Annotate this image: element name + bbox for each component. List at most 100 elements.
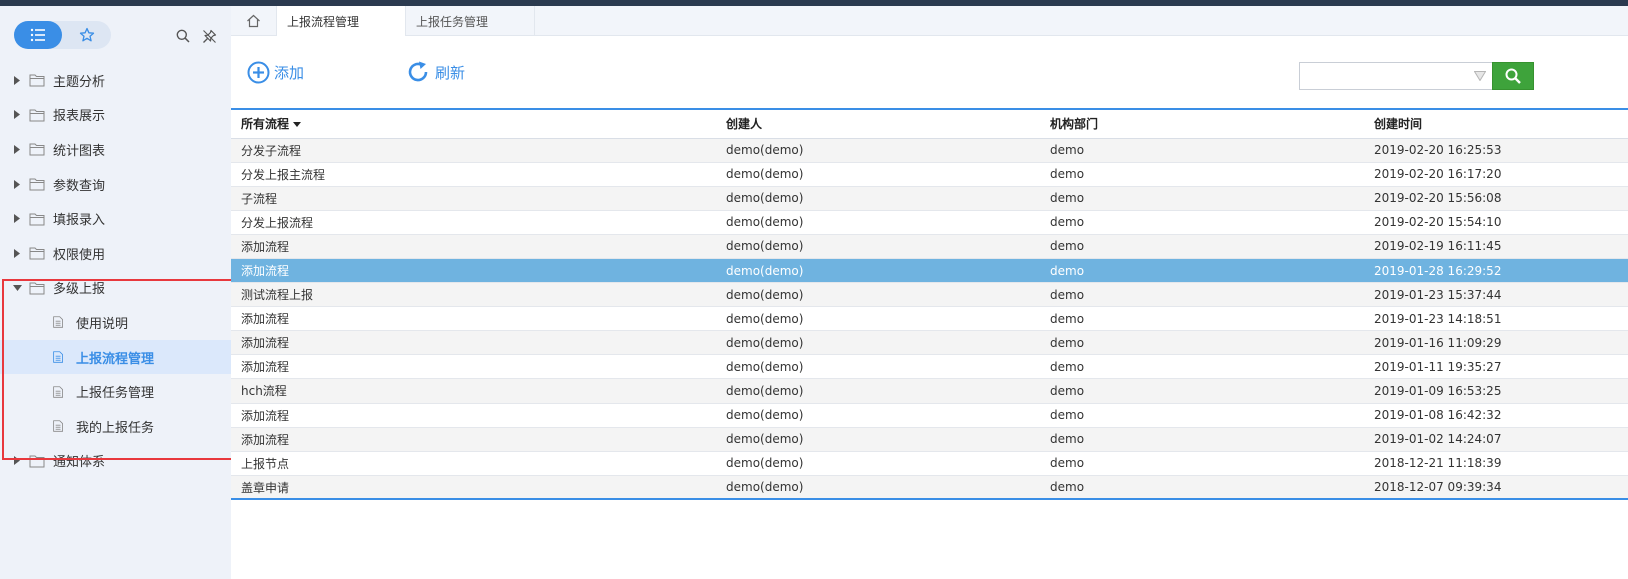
cell-creator: demo(demo) xyxy=(716,306,1040,332)
sidebar-item-label: 多级上报 xyxy=(53,282,106,298)
caret-right-icon xyxy=(12,110,22,120)
table-row[interactable]: 子流程 demo(demo) demo 2019-02-20 15:56:08 xyxy=(231,186,1628,211)
sidebar-item-my-report-tasks[interactable]: 我的上报任务 xyxy=(0,409,231,444)
add-button[interactable]: 添加 xyxy=(247,61,304,84)
cell-created-time: 2019-02-20 15:56:08 xyxy=(1364,186,1628,211)
favorites-view-button[interactable] xyxy=(62,21,111,49)
sidebar-item-label: 参数查询 xyxy=(53,178,106,194)
sidebar-item-data-entry[interactable]: 填报录入 xyxy=(0,201,231,236)
table-row[interactable]: 测试流程上报 demo(demo) demo 2019-01-23 15:37:44 xyxy=(231,282,1628,308)
sidebar-item-parameter-query[interactable]: 参数查询 xyxy=(0,167,231,202)
cell-process-name: 子流程 xyxy=(231,186,716,211)
caret-down-icon xyxy=(12,283,22,293)
table-row[interactable]: 添加流程 demo(demo) demo 2019-02-19 16:11:45 xyxy=(231,234,1628,259)
cell-created-time: 2019-02-19 16:11:45 xyxy=(1364,234,1628,259)
column-header-label: 所有流程 xyxy=(241,117,290,132)
cell-department: demo xyxy=(1040,138,1364,163)
sidebar-search-button[interactable] xyxy=(174,27,192,45)
column-header-label: 创建人 xyxy=(726,117,763,132)
sidebar-item-label: 上报流程管理 xyxy=(76,351,155,367)
table-row[interactable]: 添加流程 demo(demo) demo 2019-01-16 11:09:29 xyxy=(231,330,1628,356)
cell-creator: demo(demo) xyxy=(716,234,1040,259)
sidebar-item-theme-analysis[interactable]: 主题分析 xyxy=(0,63,231,98)
tab-report-task-management[interactable]: 上报任务管理 xyxy=(406,6,535,36)
cell-creator: demo(demo) xyxy=(716,475,1040,500)
cell-created-time: 2019-01-23 15:37:44 xyxy=(1364,282,1628,308)
sidebar-item-permission-usage[interactable]: 权限使用 xyxy=(0,236,231,271)
sidebar: 主题分析 报表展示 统计图表 参数查询 填报录入 权限使用 多级上报 使用说明 … xyxy=(0,6,231,579)
cell-department: demo xyxy=(1040,234,1364,259)
tab-report-process-management[interactable]: 上报流程管理 xyxy=(277,6,406,37)
table-row[interactable]: 分发上报主流程 demo(demo) demo 2019-02-20 16:17:20 xyxy=(231,162,1628,187)
home-icon xyxy=(247,14,260,28)
cell-process-name: hch流程 xyxy=(231,378,716,404)
sidebar-item-notification-system[interactable]: 通知体系 xyxy=(0,444,231,479)
cell-creator: demo(demo) xyxy=(716,330,1040,356)
column-header-all-processes[interactable]: 所有流程 xyxy=(231,109,716,139)
column-header-creator[interactable]: 创建人 xyxy=(716,109,1040,139)
cell-process-name: 盖章申请 xyxy=(231,475,716,500)
column-header-department[interactable]: 机构部门 xyxy=(1040,109,1364,139)
caret-right-icon xyxy=(12,214,22,224)
cell-department: demo xyxy=(1040,354,1364,380)
cell-process-name: 添加流程 xyxy=(231,427,716,452)
cell-created-time: 2019-02-20 15:54:10 xyxy=(1364,210,1628,235)
sidebar-item-report-display[interactable]: 报表展示 xyxy=(0,98,231,133)
list-view-button[interactable] xyxy=(14,21,62,49)
cell-department: demo xyxy=(1040,330,1364,356)
home-tab[interactable] xyxy=(231,6,277,36)
sidebar-item-multilevel-report[interactable]: 多级上报 xyxy=(0,271,231,306)
folder-icon xyxy=(29,247,45,260)
document-icon xyxy=(53,385,63,398)
filter-dropdown-icon[interactable] xyxy=(1474,71,1486,81)
table-row[interactable]: 添加流程 demo(demo) demo 2019-01-11 19:35:27 xyxy=(231,354,1628,380)
cell-department: demo xyxy=(1040,282,1364,308)
column-header-created-time[interactable]: 创建时间 xyxy=(1364,109,1628,139)
sidebar-item-statistics-charts[interactable]: 统计图表 xyxy=(0,132,231,167)
folder-icon xyxy=(29,143,45,156)
search-icon xyxy=(1505,68,1521,84)
sidebar-pin-button[interactable] xyxy=(200,27,218,45)
sidebar-item-label: 主题分析 xyxy=(53,74,106,90)
table-row[interactable]: hch流程 demo(demo) demo 2019-01-09 16:53:25 xyxy=(231,378,1628,404)
refresh-button-label: 刷新 xyxy=(435,63,466,82)
cell-creator: demo(demo) xyxy=(716,427,1040,452)
refresh-button[interactable]: 刷新 xyxy=(407,61,465,83)
table-row[interactable]: 分发子流程 demo(demo) demo 2019-02-20 16:25:53 xyxy=(231,138,1628,163)
sidebar-item-label: 上报任务管理 xyxy=(76,386,155,402)
table-row[interactable]: 添加流程 demo(demo) demo 2019-01-23 14:18:51 xyxy=(231,306,1628,332)
cell-department: demo xyxy=(1040,451,1364,476)
sidebar-item-report-process-management[interactable]: 上报流程管理 xyxy=(0,339,231,375)
toolbar: 添加 刷新 xyxy=(231,36,1628,108)
column-header-label: 创建时间 xyxy=(1374,117,1423,132)
caret-right-icon xyxy=(12,179,22,189)
cell-process-name: 添加流程 xyxy=(231,306,716,332)
cell-created-time: 2019-01-08 16:42:32 xyxy=(1364,403,1628,428)
folder-icon xyxy=(29,455,45,468)
cell-department: demo xyxy=(1040,427,1364,452)
table-header-row: 所有流程 创建人 机构部门 创建时间 xyxy=(231,109,1628,139)
search-input[interactable] xyxy=(1300,63,1470,89)
table-row[interactable]: 添加流程 demo(demo) demo 2019-01-02 14:24:07 xyxy=(231,427,1628,452)
cell-process-name: 添加流程 xyxy=(231,258,716,284)
tab-label: 上报任务管理 xyxy=(416,14,489,29)
search-button[interactable] xyxy=(1492,62,1534,90)
table-row[interactable]: 添加流程 demo(demo) demo 2019-01-08 16:42:32 xyxy=(231,403,1628,428)
sidebar-item-usage-guide[interactable]: 使用说明 xyxy=(0,305,231,340)
table-row[interactable]: 盖章申请 demo(demo) demo 2018-12-07 09:39:34 xyxy=(231,475,1628,500)
add-button-label: 添加 xyxy=(274,64,305,82)
cell-department: demo xyxy=(1040,403,1364,428)
table-row[interactable]: 添加流程 demo(demo) demo 2019-01-28 16:29:52 xyxy=(231,258,1628,284)
cell-creator: demo(demo) xyxy=(716,162,1040,187)
cell-process-name: 上报节点 xyxy=(231,451,716,476)
table-row[interactable]: 分发上报流程 demo(demo) demo 2019-02-20 15:54:10 xyxy=(231,210,1628,235)
table-row[interactable]: 上报节点 demo(demo) demo 2018-12-21 11:18:39 xyxy=(231,451,1628,476)
cell-process-name: 分发上报流程 xyxy=(231,210,716,235)
cell-created-time: 2019-01-11 19:35:27 xyxy=(1364,354,1628,380)
sidebar-item-report-task-management[interactable]: 上报任务管理 xyxy=(0,374,231,409)
sidebar-item-label: 通知体系 xyxy=(53,455,106,471)
folder-icon xyxy=(29,109,45,122)
cell-created-time: 2018-12-21 11:18:39 xyxy=(1364,451,1628,476)
view-toggle xyxy=(14,21,111,49)
refresh-icon xyxy=(408,61,428,82)
